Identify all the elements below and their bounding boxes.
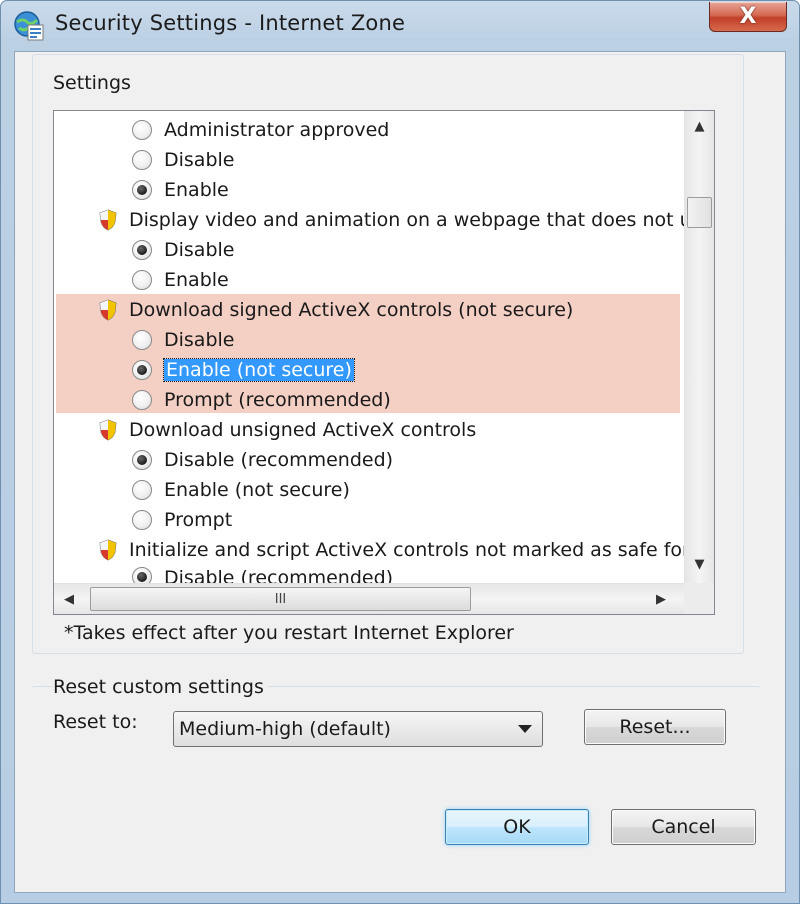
setting-category: Download unsigned ActiveX controls <box>99 415 476 445</box>
settings-tree-list[interactable]: Administrator approved Disable Enable Di… <box>53 110 715 615</box>
list-item[interactable]: Disable <box>132 325 234 355</box>
ok-button[interactable]: OK <box>445 809 589 845</box>
radio-button[interactable] <box>132 120 152 140</box>
reset-level-dropdown[interactable]: Medium-high (default) <box>173 711 543 747</box>
category-label: Display video and animation on a webpage… <box>129 209 684 231</box>
horizontal-scroll-thumb[interactable]: III <box>90 587 471 611</box>
setting-category: Download signed ActiveX controls (not se… <box>99 295 573 325</box>
title-bar[interactable]: Security Settings - Internet Zone X <box>1 1 799 51</box>
list-item[interactable]: Enable <box>132 175 229 205</box>
security-shield-icon <box>99 539 117 561</box>
list-item[interactable]: Administrator approved <box>132 115 389 145</box>
category-label: Initialize and script ActiveX controls n… <box>129 539 684 561</box>
radio-button[interactable] <box>132 240 152 260</box>
radio-button[interactable] <box>132 480 152 500</box>
option-label: Disable <box>164 329 235 351</box>
option-label: Disable (recommended) <box>164 449 394 471</box>
vertical-scrollbar[interactable]: ▲ ▼ <box>684 111 714 583</box>
list-item[interactable]: Prompt (recommended) <box>132 385 391 415</box>
security-shield-icon <box>99 299 117 321</box>
radio-button[interactable] <box>132 390 152 410</box>
radio-button[interactable] <box>132 150 152 170</box>
radio-button[interactable] <box>132 567 152 583</box>
list-item[interactable]: Disable (recommended) <box>132 565 393 583</box>
option-label: Administrator approved <box>164 119 390 141</box>
reset-to-label: Reset to: <box>53 711 138 733</box>
selected-option-label: Enable (not secure) <box>163 358 355 382</box>
scroll-grip-icon: III <box>274 591 287 607</box>
security-shield-icon <box>99 209 117 231</box>
option-label: Enable <box>164 179 229 201</box>
radio-button[interactable] <box>132 270 152 290</box>
option-label: Disable <box>164 149 235 171</box>
chevron-down-icon <box>518 725 532 733</box>
reset-group-label: Reset custom settings <box>53 676 268 698</box>
list-item[interactable]: Enable <box>132 265 229 295</box>
radio-button[interactable] <box>132 330 152 350</box>
option-label: Prompt (recommended) <box>164 389 391 411</box>
security-shield-icon <box>99 419 117 441</box>
scrollbar-corner <box>684 583 714 614</box>
option-label: Disable <box>164 239 235 261</box>
reset-button[interactable]: Reset... <box>584 709 726 745</box>
scroll-down-arrow-icon[interactable]: ▼ <box>685 557 714 572</box>
list-item[interactable]: Disable <box>132 235 234 265</box>
list-item[interactable]: Enable (not secure) <box>132 355 355 385</box>
category-label: Download signed ActiveX controls (not se… <box>129 299 574 321</box>
close-icon: X <box>739 4 757 29</box>
reset-level-value: Medium-high (default) <box>179 718 391 740</box>
window-title: Security Settings - Internet Zone <box>55 11 406 35</box>
horizontal-scrollbar[interactable]: ◀ III ▶ <box>54 583 684 614</box>
scroll-up-arrow-icon[interactable]: ▲ <box>685 119 714 134</box>
close-button[interactable]: X <box>709 2 787 32</box>
option-label: Enable <box>164 269 229 291</box>
vertical-scroll-thumb[interactable] <box>687 197 712 228</box>
list-item[interactable]: Disable (recommended) <box>132 445 393 475</box>
option-label: Prompt <box>164 509 233 531</box>
option-label: Enable (not secure) <box>164 479 350 501</box>
setting-category: Display video and animation on a webpage… <box>99 205 684 235</box>
scroll-left-arrow-icon[interactable]: ◀ <box>62 592 76 607</box>
radio-button[interactable] <box>132 510 152 530</box>
settings-list-content: Administrator approved Disable Enable Di… <box>54 111 684 583</box>
setting-category: Initialize and script ActiveX controls n… <box>99 535 684 565</box>
option-label: Disable (recommended) <box>164 567 394 583</box>
category-label: Download unsigned ActiveX controls <box>129 419 477 441</box>
list-item[interactable]: Enable (not secure) <box>132 475 350 505</box>
internet-options-icon <box>14 11 44 41</box>
restart-note: *Takes effect after you restart Internet… <box>64 622 514 644</box>
list-item[interactable]: Disable <box>132 145 234 175</box>
radio-button[interactable] <box>132 360 152 380</box>
radio-button[interactable] <box>132 180 152 200</box>
scroll-right-arrow-icon[interactable]: ▶ <box>654 592 668 607</box>
settings-group-label: Settings <box>53 72 131 94</box>
list-item[interactable]: Prompt <box>132 505 232 535</box>
cancel-button[interactable]: Cancel <box>611 809 756 845</box>
radio-button[interactable] <box>132 450 152 470</box>
